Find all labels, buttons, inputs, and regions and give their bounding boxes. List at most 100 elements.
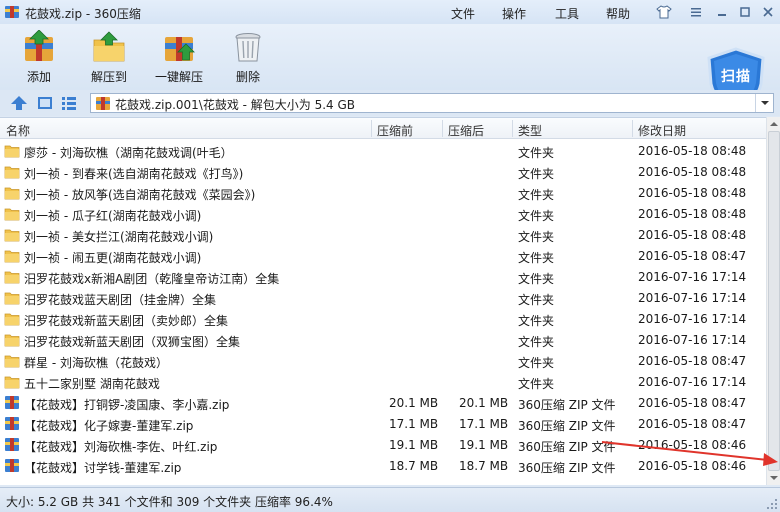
- column-name[interactable]: 名称: [6, 122, 30, 139]
- up-arrow-icon[interactable]: [10, 95, 28, 111]
- column-type[interactable]: 类型: [518, 122, 542, 139]
- file-type: 360压缩 ZIP 文件: [518, 419, 616, 433]
- modified-date: 2016-07-16 17:14: [638, 270, 747, 284]
- folder-icon: [4, 208, 20, 221]
- menu-operate[interactable]: 操作: [502, 5, 526, 22]
- minimize-button[interactable]: [711, 3, 733, 21]
- file-type: 文件夹: [518, 272, 555, 286]
- file-type: 文件夹: [518, 314, 555, 328]
- path-field[interactable]: 花鼓戏.zip.001\花鼓戏 - 解包大小为 5.4 GB: [90, 93, 774, 113]
- size-after: 17.1 MB: [459, 417, 509, 431]
- close-icon: [763, 7, 773, 17]
- table-row[interactable]: 汨罗花鼓戏新蓝天剧团（双狮宝图）全集 文件夹 2016-07-16 17:14: [0, 329, 766, 350]
- table-row[interactable]: 汨罗花鼓戏蓝天剧团（挂金牌）全集 文件夹 2016-07-16 17:14: [0, 287, 766, 308]
- scan-label: 扫描: [721, 69, 751, 85]
- table-row[interactable]: 汨罗花鼓戏x新湘A剧团（乾隆皇帝访江南）全集 文件夹 2016-07-16 17:1…: [0, 266, 766, 287]
- table-row[interactable]: 刘一祯 - 美女拦江(湖南花鼓戏小调) 文件夹 2016-05-18 08:48: [0, 224, 766, 245]
- table-row[interactable]: 汨罗花鼓戏新蓝天剧团（卖妙郎）全集 文件夹 2016-07-16 17:14: [0, 308, 766, 329]
- modified-date: 2016-05-18 08:47: [638, 417, 747, 431]
- column-uncompressed[interactable]: 压缩后: [448, 122, 484, 139]
- list-header: 名称 压缩前 压缩后 类型 修改日期: [0, 118, 766, 139]
- folder-icon: [4, 250, 20, 263]
- modified-date: 2016-05-18 08:48: [638, 144, 747, 158]
- column-divider[interactable]: [632, 120, 633, 137]
- menu-dropdown-button[interactable]: [685, 3, 707, 21]
- add-button[interactable]: 添加: [9, 30, 69, 88]
- file-type: 文件夹: [518, 356, 555, 370]
- vertical-scrollbar[interactable]: [766, 117, 780, 485]
- zip-file-icon: [5, 438, 19, 451]
- file-type: 文件夹: [518, 251, 555, 265]
- column-compressed[interactable]: 压缩前: [377, 122, 413, 139]
- close-button[interactable]: [757, 3, 779, 21]
- maximize-button[interactable]: [734, 3, 756, 21]
- resize-grip-icon[interactable]: [766, 498, 778, 510]
- file-name: 【花鼓戏】化子嫁妻-董建军.zip: [24, 419, 194, 433]
- one-click-extract-button[interactable]: 一键解压: [149, 30, 209, 88]
- modified-date: 2016-05-18 08:48: [638, 165, 747, 179]
- file-name: 刘一祯 - 瓜子红(湖南花鼓戏小调): [24, 209, 202, 223]
- table-row[interactable]: 群星 - 刘海砍樵（花鼓戏） 文件夹 2016-05-18 08:47: [0, 350, 766, 371]
- trash-icon: [235, 33, 261, 62]
- folder-icon: [4, 334, 20, 347]
- file-name: 【花鼓戏】讨学钱-董建军.zip: [24, 461, 182, 475]
- menu-file[interactable]: 文件: [451, 5, 475, 22]
- folder-icon: [4, 229, 20, 242]
- scroll-thumb[interactable]: [768, 131, 780, 471]
- table-row[interactable]: 【花鼓戏】打铜锣-凌国康、李小嘉.zip 20.1 MB 20.1 MB 360压缩 …: [0, 392, 766, 413]
- extract-to-button[interactable]: 解压到: [79, 30, 139, 88]
- skin-button[interactable]: [653, 3, 675, 21]
- file-type: 文件夹: [518, 377, 555, 391]
- table-row[interactable]: 廖莎 - 刘海砍樵（湖南花鼓戏调(叶毛） 文件夹 2016-05-18 08:48: [0, 140, 766, 161]
- folder-icon: [4, 271, 20, 284]
- table-row[interactable]: 刘一祯 - 放风筝(选自湖南花鼓戏《菜园会》) 文件夹 2016-05-18 08:…: [0, 182, 766, 203]
- list-view-icon[interactable]: [60, 95, 78, 111]
- column-divider[interactable]: [442, 120, 443, 137]
- file-name: 刘一祯 - 放风筝(选自湖南花鼓戏《菜园会》): [24, 188, 256, 202]
- column-modified[interactable]: 修改日期: [638, 122, 686, 139]
- delete-button[interactable]: 删除: [218, 30, 278, 88]
- file-type: 文件夹: [518, 167, 555, 181]
- file-name: 汨罗花鼓戏新蓝天剧团（双狮宝图）全集: [24, 335, 241, 349]
- modified-date: 2016-05-18 08:47: [638, 396, 747, 410]
- file-name: 刘一祯 - 美女拦江(湖南花鼓戏小调): [24, 230, 214, 244]
- table-row[interactable]: 五十二家别墅 湖南花鼓戏 文件夹 2016-07-16 17:14: [0, 371, 766, 392]
- table-row[interactable]: 刘一祯 - 到春来(选自湖南花鼓戏《打鸟》) 文件夹 2016-05-18 08:4…: [0, 161, 766, 182]
- modified-date: 2016-05-18 08:46: [638, 438, 747, 452]
- size-before: 20.1 MB: [389, 396, 439, 410]
- file-name: 【花鼓戏】打铜锣-凌国康、李小嘉.zip: [24, 398, 230, 412]
- address-bar: 花鼓戏.zip.001\花鼓戏 - 解包大小为 5.4 GB: [0, 90, 780, 116]
- delete-label: 删除: [235, 70, 260, 84]
- folder-icon: [4, 355, 20, 368]
- extract-to-label: 解压到: [90, 70, 127, 84]
- extract-folder-icon: [93, 31, 125, 62]
- path-text: 花鼓戏.zip.001\花鼓戏 - 解包大小为 5.4 GB: [115, 98, 356, 112]
- file-name: 群星 - 刘海砍樵（花鼓戏）: [24, 356, 168, 370]
- modified-date: 2016-07-16 17:14: [638, 375, 747, 389]
- minimize-icon: [718, 14, 726, 16]
- file-name: 刘一祯 - 闹五更(湖南花鼓戏小调): [24, 251, 202, 265]
- menu-lines-icon: [691, 8, 701, 17]
- table-row[interactable]: 刘一祯 - 瓜子红(湖南花鼓戏小调) 文件夹 2016-05-18 08:48: [0, 203, 766, 224]
- add-label: 添加: [26, 70, 51, 84]
- file-name: 汨罗花鼓戏蓝天剧团（挂金牌）全集: [24, 293, 217, 307]
- table-row[interactable]: 刘一祯 - 闹五更(湖南花鼓戏小调) 文件夹 2016-05-18 08:47: [0, 245, 766, 266]
- add-archive-icon: [25, 30, 53, 61]
- column-divider[interactable]: [512, 120, 513, 137]
- path-dropdown-button[interactable]: [755, 94, 773, 112]
- shirt-icon: [656, 5, 672, 19]
- table-row[interactable]: 【花鼓戏】讨学钱-董建军.zip 18.7 MB 18.7 MB 360压缩 ZIP …: [0, 455, 766, 476]
- thumbnail-view-icon[interactable]: [36, 95, 54, 111]
- toolbar: 添加 解压到 一键解压 删除 扫描: [0, 24, 780, 113]
- table-row[interactable]: 【花鼓戏】刘海砍樵-李佐、叶红.zip 19.1 MB 19.1 MB 360压缩 Z…: [0, 434, 766, 455]
- column-divider[interactable]: [371, 120, 372, 137]
- modified-date: 2016-05-18 08:47: [638, 249, 747, 263]
- menu-tools[interactable]: 工具: [555, 5, 579, 22]
- size-before: 17.1 MB: [389, 417, 439, 431]
- file-name: 【花鼓戏】刘海砍樵-李佐、叶红.zip: [24, 440, 218, 454]
- scroll-down-button[interactable]: [767, 471, 780, 485]
- scroll-up-button[interactable]: [767, 117, 780, 131]
- table-row[interactable]: 【花鼓戏】化子嫁妻-董建军.zip 17.1 MB 17.1 MB 360压缩 ZIP…: [0, 413, 766, 434]
- menu-help[interactable]: 帮助: [606, 5, 630, 22]
- window-title: 花鼓戏.zip - 360压缩: [25, 7, 141, 21]
